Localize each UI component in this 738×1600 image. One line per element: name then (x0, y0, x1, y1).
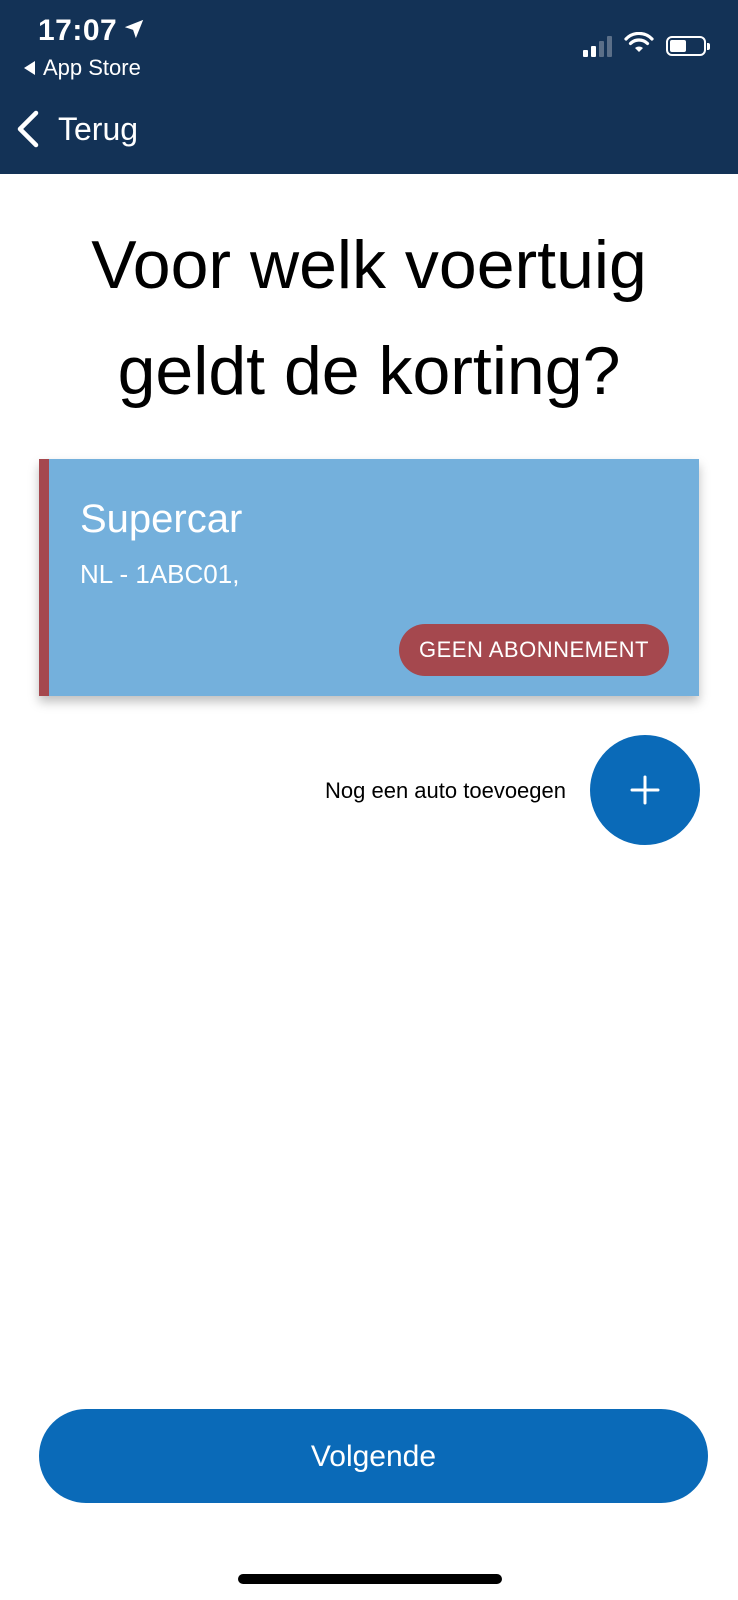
battery-icon (666, 35, 710, 56)
back-button-label: Terug (58, 110, 139, 147)
vehicle-card-accent (39, 459, 49, 696)
page-title-line-1: Voor welk voertuig (91, 227, 647, 303)
cellular-signal-icon (583, 35, 612, 57)
chevron-left-icon (17, 110, 39, 148)
back-triangle-icon (24, 61, 35, 75)
back-to-app-store[interactable]: App Store (24, 55, 141, 81)
app-header: 17:07 App Store Terug (0, 0, 738, 174)
status-bar-time: 17:07 (38, 14, 145, 48)
vehicle-plate: NL - 1ABC01, (80, 559, 240, 589)
subscription-status-badge: GEEN ABONNEMENT (399, 624, 669, 676)
back-app-label: App Store (43, 55, 141, 80)
add-vehicle-row: Nog een auto toevoegen (0, 735, 700, 847)
status-time-text: 17:07 (38, 14, 118, 47)
vehicle-card[interactable]: Supercar NL - 1ABC01, GEEN ABONNEMENT (39, 459, 699, 696)
page-title-line-2: geldt de korting? (117, 333, 621, 409)
vehicle-name: Supercar (80, 497, 243, 541)
plus-icon (630, 775, 660, 805)
wifi-icon (624, 31, 654, 59)
add-vehicle-button[interactable] (590, 735, 700, 845)
status-bar-indicators (583, 31, 710, 59)
home-indicator (238, 1574, 502, 1584)
location-arrow-icon (123, 14, 145, 48)
next-button[interactable]: Volgende (39, 1409, 708, 1503)
back-button[interactable]: Terug (16, 110, 138, 148)
page-title: Voor welk voertuig geldt de korting? (0, 212, 738, 424)
add-vehicle-label: Nog een auto toevoegen (325, 778, 566, 803)
